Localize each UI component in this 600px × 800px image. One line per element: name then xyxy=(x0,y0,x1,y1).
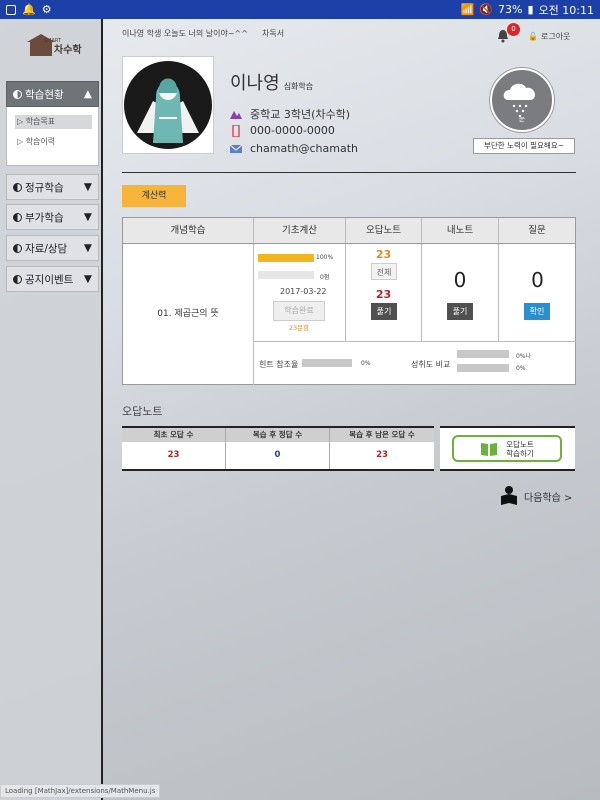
question-count: 23문항 xyxy=(288,324,310,332)
next-study-link[interactable]: 다음학습 > xyxy=(500,486,572,506)
logo[interactable]: SMART 차수학 xyxy=(27,33,101,56)
menu-study-status[interactable]: 학습현황 ▲ xyxy=(6,81,99,107)
score-bar xyxy=(258,271,314,279)
wrong-note-cell: 23 전체 23 풀기 xyxy=(346,244,422,341)
bell-icon[interactable]: 0 xyxy=(496,23,520,43)
achievement-bar-2 xyxy=(457,364,509,372)
settings-icon: ⚙ xyxy=(41,3,52,16)
volume-icon: 🔇 xyxy=(479,3,494,16)
motto-box: 부단한 노력이 필요해요~ xyxy=(473,138,575,154)
phone-row: 000-0000-0000 xyxy=(230,124,335,137)
wrong-all-button[interactable]: 전체 xyxy=(371,263,397,280)
battery-icon: ▮ xyxy=(527,3,534,16)
wifi-icon: 📶 xyxy=(460,3,475,16)
my-note-solve-button[interactable]: 풀기 xyxy=(447,303,473,320)
logout-button[interactable]: 🔓 로그아웃 xyxy=(528,31,570,42)
chevron-down-icon: ▼ xyxy=(83,242,92,254)
grade-row: 중학교 3학년(차수학) xyxy=(230,106,350,122)
sidebar: SMART 차수학 학습현황 ▲ ▷ 학습목표 ▷ 학습이력 정규학습 ▼ 부가… xyxy=(0,19,103,800)
clock: 오전 10:11 xyxy=(538,3,594,17)
tab-calculation[interactable]: 계산력 xyxy=(122,185,186,207)
notification-icon: 🔔 xyxy=(22,3,36,16)
half-circle-icon xyxy=(13,182,22,192)
weather-label: 눈 xyxy=(518,115,526,123)
menu-extra-study[interactable]: 부가학습 ▼ xyxy=(6,204,99,230)
wrong-note-title: 오답노트 xyxy=(122,405,163,418)
wrong-note-learn-button[interactable]: 오답노트 학습하기 xyxy=(452,435,562,462)
chevron-down-icon: ▼ xyxy=(83,273,92,285)
achievement-bar-1 xyxy=(457,350,509,358)
chevron-up-icon: ▲ xyxy=(83,88,92,100)
avatar xyxy=(122,56,214,154)
basic-calc-cell: 100% 0점 2017-03-22 학습완료 23문항 xyxy=(254,244,346,341)
lock-icon: 🔓 xyxy=(528,32,538,41)
wrong-note-table: 최초 오답 수 복습 후 정답 수 복습 후 남은 오답 수 23 0 23 xyxy=(122,426,434,471)
wrong-note-learn-box: 오답노트 학습하기 xyxy=(440,426,575,471)
gallery-icon xyxy=(6,4,16,15)
mail-icon xyxy=(230,144,242,153)
reading-link[interactable]: 차독서 xyxy=(262,28,284,39)
hint-bar xyxy=(302,359,352,367)
chevron-down-icon: ▼ xyxy=(83,211,92,223)
status-bar: 🔔 ⚙ 📶 🔇 73% ▮ 오전 10:11 xyxy=(0,0,600,19)
half-circle-icon xyxy=(13,274,22,284)
progress-bar xyxy=(258,254,314,262)
menu-resources[interactable]: 자료/상담 ▼ xyxy=(6,235,99,261)
divider xyxy=(122,172,576,173)
stats-row: 힌트 참조율 0% 성취도 비교 0%나 0% xyxy=(254,341,576,385)
weather-badge: 눈 xyxy=(490,68,554,132)
menu-regular-study[interactable]: 정규학습 ▼ xyxy=(6,174,99,200)
menu-notice-event[interactable]: 공지이벤트 ▼ xyxy=(6,266,99,292)
email-row: chamath@chamath xyxy=(230,142,358,155)
table-header: 최초 오답 수 복습 후 정답 수 복습 후 남은 오답 수 xyxy=(122,428,434,442)
submenu: ▷ 학습목표 ▷ 학습이력 xyxy=(6,107,99,166)
phone-icon xyxy=(232,124,240,137)
wrong-solve-button[interactable]: 풀기 xyxy=(371,303,397,320)
study-done-button[interactable]: 학습완료 xyxy=(273,301,325,321)
half-circle-icon xyxy=(13,212,22,222)
half-circle-icon xyxy=(13,243,22,253)
main-content: 이나영 학생 오늘도 너의 날이야~^^ 차독서 0 🔓 로그아웃 이나영 심화학… xyxy=(104,19,600,800)
book-icon xyxy=(481,442,498,456)
study-table: 개념학습 기초계산 오답노트 내노트 질문 01. 제곱근의 뜻 100% 0점… xyxy=(122,217,576,385)
student-name: 이나영 심화학습 xyxy=(230,73,314,94)
student-icon xyxy=(501,486,517,505)
chevron-down-icon: ▼ xyxy=(83,181,92,193)
table-header: 개념학습 기초계산 오답노트 내노트 질문 xyxy=(123,218,575,244)
table-row: 23 0 23 xyxy=(122,442,434,469)
submenu-item-goal[interactable]: ▷ 학습목표 xyxy=(15,115,92,129)
greeting-bar: 이나영 학생 오늘도 너의 날이야~^^ 차독서 xyxy=(122,28,284,39)
hint-label: 힌트 참조율 xyxy=(259,360,299,369)
question-cell: 0 확인 xyxy=(499,244,576,341)
battery-percent: 73% xyxy=(498,3,523,16)
half-circle-icon xyxy=(13,89,22,99)
course-label: 심화학습 xyxy=(283,82,314,91)
my-note-cell: 0 풀기 xyxy=(422,244,499,341)
submenu-item-history[interactable]: ▷ 학습이력 xyxy=(15,135,92,149)
mountain-icon xyxy=(230,111,242,119)
notification-badge: 0 xyxy=(507,23,520,36)
achievement-label: 성취도 비교 xyxy=(411,360,451,369)
progress-fill xyxy=(258,254,314,262)
question-confirm-button[interactable]: 확인 xyxy=(524,303,550,320)
greeting-text: 이나영 학생 오늘도 너의 날이야~^^ xyxy=(122,29,248,38)
study-date: 2017-03-22 xyxy=(280,287,327,296)
lesson-title[interactable]: 01. 제곱근의 뜻 xyxy=(123,244,254,385)
